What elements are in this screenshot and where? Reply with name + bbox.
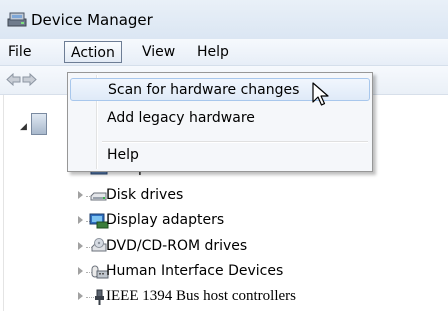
menu-action[interactable]: Action xyxy=(64,41,122,63)
expand-arrow-icon[interactable] xyxy=(78,292,83,300)
menu-help[interactable]: Help xyxy=(193,43,233,62)
forward-arrow-icon[interactable] xyxy=(22,73,37,86)
menu-separator xyxy=(102,141,368,143)
menu-item-label: Scan for hardware changes xyxy=(108,82,300,98)
tree-item-human-interface-devices[interactable]: Human Interface Devices xyxy=(0,261,448,283)
expand-arrow-icon[interactable] xyxy=(78,267,83,275)
root-computer-icon[interactable] xyxy=(31,113,47,135)
tree-item-label: DVD/CD-ROM drives xyxy=(106,238,248,254)
tree-item-dvd-cd-rom-drives[interactable]: DVD/CD-ROM drives xyxy=(0,236,448,258)
title-bar: Device Manager xyxy=(0,0,448,39)
tree-left-border xyxy=(3,95,4,311)
tree-item-label: Human Interface Devices xyxy=(106,263,284,279)
tree-item-display-adapters[interactable]: Display adapters xyxy=(0,210,448,232)
tree-item-ieee-1394[interactable]: IEEE 1394 Bus host controllers xyxy=(0,286,448,308)
expand-arrow-icon[interactable] xyxy=(78,216,83,224)
tree-item-label: Disk drives xyxy=(106,187,184,203)
tree-item-label: Display adapters xyxy=(106,212,225,228)
menu-bar: File Action View Help xyxy=(0,39,448,66)
window-title: Device Manager xyxy=(31,11,153,29)
back-arrow-icon[interactable] xyxy=(6,73,21,86)
menu-file[interactable]: File xyxy=(4,43,35,62)
mouse-pointer-icon xyxy=(312,82,329,106)
menu-item-label: Add legacy hardware xyxy=(107,110,255,126)
menu-item-label: Help xyxy=(107,147,139,163)
root-expand-icon[interactable]: ◢ xyxy=(20,122,27,132)
expand-arrow-icon[interactable] xyxy=(78,191,83,199)
device-manager-icon xyxy=(7,12,27,27)
tree-item-label: IEEE 1394 Bus host controllers xyxy=(106,288,296,304)
expand-arrow-icon[interactable] xyxy=(78,242,83,250)
menu-view[interactable]: View xyxy=(138,43,179,62)
menu-item-help[interactable]: Help xyxy=(70,144,370,167)
tree-item-disk-drives[interactable]: Disk drives xyxy=(0,185,448,207)
menu-item-add-legacy-hardware[interactable]: Add legacy hardware xyxy=(70,107,370,130)
